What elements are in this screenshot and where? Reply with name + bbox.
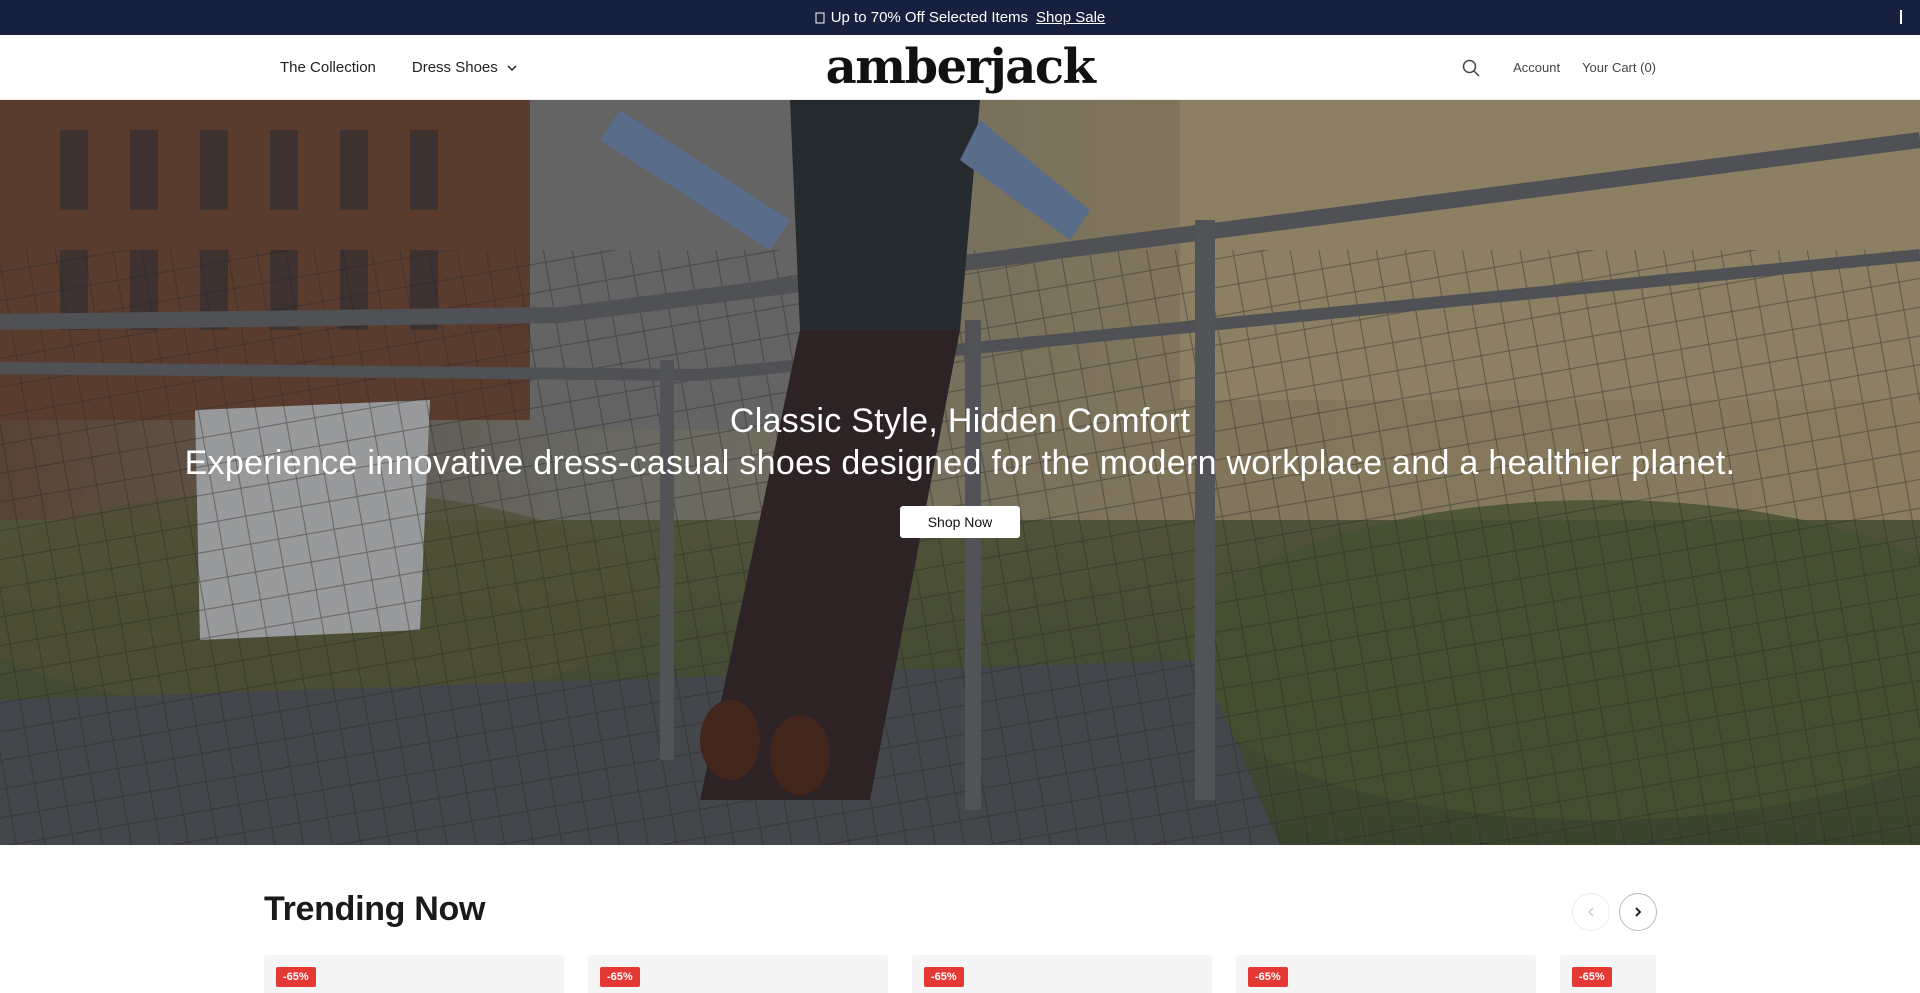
discount-badge: -65% — [276, 967, 316, 987]
announcement-bar: Up to 70% Off Selected Items Shop Sale — [0, 0, 1920, 35]
main-nav: The Collection Dress Shoes — [280, 35, 518, 100]
shop-sale-link[interactable]: Shop Sale — [1036, 9, 1105, 26]
nav-item-label: Dress Shoes — [411, 59, 498, 76]
search-icon[interactable] — [1461, 58, 1481, 78]
carousel-next-button[interactable] — [1619, 893, 1657, 931]
product-card[interactable]: -65% — [912, 955, 1212, 993]
discount-badge: -65% — [1572, 967, 1612, 987]
nav-item-collection[interactable]: The Collection — [280, 59, 376, 76]
product-carousel: -65% -65% -65% -65% -65% — [264, 955, 1656, 993]
carousel-prev-button[interactable] — [1572, 893, 1610, 931]
product-card[interactable]: -65% — [1236, 955, 1536, 993]
hero-content: Classic Style, Hidden Comfort Experience… — [0, 400, 1920, 538]
chevron-right-icon — [1635, 907, 1642, 917]
chevron-down-icon — [507, 64, 517, 71]
account-link[interactable]: Account — [1513, 60, 1560, 75]
nav-item-dress-shoes[interactable]: Dress Shoes — [412, 59, 518, 76]
section-title: Trending Now — [264, 890, 486, 928]
hero-subtitle: Experience innovative dress-casual shoes… — [184, 444, 1736, 482]
product-card[interactable]: -65% — [1560, 955, 1656, 993]
site-header: The Collection Dress Shoes amberjack Acc… — [0, 35, 1920, 100]
nav-item-label: The Collection — [280, 59, 376, 76]
shop-now-button[interactable]: Shop Now — [900, 506, 1020, 538]
site-logo[interactable]: amberjack — [826, 39, 1096, 95]
chevron-left-icon — [1587, 907, 1594, 917]
discount-badge: -65% — [924, 967, 964, 987]
product-card[interactable]: -65% — [264, 955, 564, 993]
hero-title: Classic Style, Hidden Comfort — [729, 402, 1191, 440]
close-icon[interactable] — [1900, 10, 1906, 24]
hero-banner: Classic Style, Hidden Comfort Experience… — [0, 100, 1920, 845]
tag-icon — [815, 12, 825, 23]
product-card[interactable]: -65% — [588, 955, 888, 993]
discount-badge: -65% — [1248, 967, 1288, 987]
discount-badge: -65% — [600, 967, 640, 987]
announcement-text: Up to 70% Off Selected Items — [830, 9, 1029, 26]
cart-link[interactable]: Your Cart (0) — [1582, 60, 1656, 75]
utility-nav: Account Your Cart (0) — [1461, 35, 1656, 100]
